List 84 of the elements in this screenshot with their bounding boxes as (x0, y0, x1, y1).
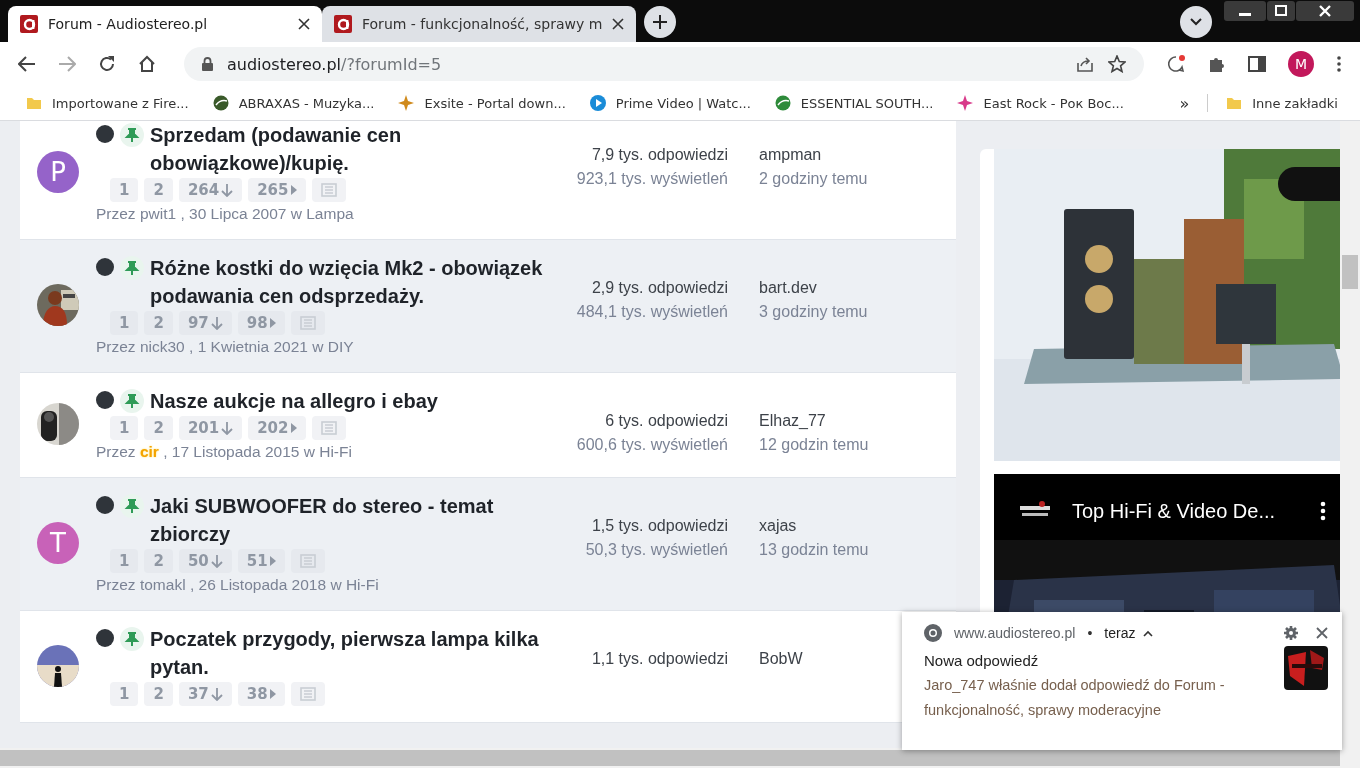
profile-avatar[interactable]: M (1288, 51, 1314, 77)
user-avatar[interactable]: P (37, 151, 79, 193)
view-count: 50,3 tys. wyświetleń (584, 540, 728, 560)
star-icon[interactable] (1108, 55, 1126, 73)
bookmark[interactable]: East Rock - Рок Вос... (949, 91, 1132, 115)
more-vertical-icon[interactable] (1336, 55, 1342, 73)
bookmark[interactable]: ESSENTIAL SOUTH... (766, 91, 942, 115)
reply-count: 7,9 tys. odpowiedzi (590, 145, 728, 165)
document-icon (299, 687, 316, 701)
scrollbar[interactable] (1340, 121, 1360, 748)
side-panel-icon[interactable] (1248, 55, 1266, 73)
bookmark-folder[interactable]: Inne zakładki (1218, 91, 1346, 115)
plus-icon (653, 15, 667, 29)
arrow-down-icon (210, 316, 223, 330)
home-icon[interactable] (138, 55, 156, 73)
bookmark[interactable]: Importowane z Fire... (18, 91, 197, 115)
favicon-icon (334, 15, 352, 33)
document-icon (320, 183, 337, 197)
reply-count: 1,1 tys. odpowiedzi (590, 649, 728, 669)
last-post-time: 3 godziny temu (759, 302, 869, 322)
reply-count: 1,5 tys. odpowiedzi (590, 516, 728, 536)
last-poster-link[interactable]: bart.dev (759, 276, 926, 300)
topic-byline: Przez tomakl , 26 Listopada 2018 w Hi-Fi (96, 576, 380, 594)
browser-tab[interactable]: Forum - Audiostereo.pl (8, 6, 322, 42)
scrollbar[interactable] (0, 748, 1360, 768)
topic-byline: Przez cir , 17 Listopada 2015 w Hi-Fi (96, 443, 353, 461)
maximize-icon[interactable] (1267, 1, 1295, 21)
last-poster-link[interactable]: ampman (759, 143, 926, 167)
last-poster-link[interactable]: Elhaz_77 (759, 409, 926, 433)
last-poster-link[interactable]: xajas (759, 514, 926, 538)
back-icon[interactable] (18, 56, 36, 72)
document-icon (320, 421, 337, 435)
reload-icon[interactable] (98, 55, 116, 73)
lock-icon (202, 57, 213, 71)
scrollbar-thumb[interactable] (0, 750, 1340, 766)
view-count: 484,1 tys. wyświetleń (575, 302, 728, 322)
topic-title[interactable]: Jaki SUBWOOFER do stereo - temat zbiorczy (150, 492, 568, 548)
reply-count: 2,9 tys. odpowiedzi (590, 278, 728, 298)
bookmark[interactable]: ABRAXAS - Muzyka... (204, 91, 383, 115)
arrow-down-icon (221, 183, 234, 197)
view-count: 600,6 tys. wyświetleń (575, 435, 728, 455)
url-text: audiostereo.pl/?forumId=5 (227, 54, 442, 74)
topic-title[interactable]: Poczatek przygody, pierwsza lampa kilka pytan. (150, 625, 568, 681)
more-vertical-icon[interactable] (1320, 501, 1326, 521)
caret-right-icon (269, 556, 276, 566)
caret-right-icon (290, 423, 297, 433)
new-tab-button[interactable] (644, 6, 676, 38)
favicon-icon (20, 15, 38, 33)
caret-right-icon (290, 185, 297, 195)
caret-right-icon (269, 689, 276, 699)
arrow-down-icon (210, 554, 223, 568)
bookmark[interactable]: Prime Video | Watc... (581, 91, 759, 115)
document-icon (299, 316, 316, 330)
caret-right-icon (269, 318, 276, 328)
puzzle-icon[interactable] (1208, 55, 1226, 73)
last-post-time: 2 godziny temu (759, 169, 869, 189)
close-icon[interactable] (1296, 1, 1354, 21)
topic-title[interactable]: Sprzedam (podawanie cen obowiązkowe)/kupię. (150, 121, 568, 177)
share-icon[interactable] (1076, 55, 1094, 73)
topic-byline: Przez pwit1 , 30 Lipca 2007 w Lampa (96, 205, 355, 223)
reply-count: 6 tys. odpowiedzi (604, 411, 728, 431)
minimize-icon[interactable] (1224, 1, 1266, 21)
close-icon[interactable] (298, 18, 310, 30)
topic-title[interactable]: Nasze aukcje na allegro i ebay (150, 387, 568, 415)
more-bookmarks-button[interactable]: » (1171, 93, 1198, 113)
video-title[interactable]: Top Hi-Fi & Video De... (1072, 499, 1308, 523)
document-icon (299, 554, 316, 568)
address-bar[interactable]: audiostereo.pl/?forumId=5 (184, 47, 1144, 81)
view-count: 923,1 tys. wyświetleń (575, 169, 728, 189)
last-post-time: 13 godzin temu (759, 540, 870, 560)
arrow-down-icon (210, 687, 223, 701)
topic-title[interactable]: Różne kostki do wzięcia Mk2 - obowiązek podawania cen odsprzedaży. (150, 254, 568, 310)
bookmark[interactable]: Exsite - Portal down... (390, 91, 574, 115)
topic-byline: Przez nick30 , 1 Kwietnia 2021 w DIY (96, 338, 355, 356)
tab-search-button[interactable] (1180, 6, 1212, 38)
user-avatar[interactable]: T (37, 522, 79, 564)
arrow-down-icon (221, 421, 234, 435)
chevron-down-icon (1190, 18, 1202, 26)
chat-icon[interactable] (1166, 54, 1186, 74)
last-post-time: 12 godzin temu (759, 435, 870, 455)
scrollbar-thumb[interactable] (1342, 255, 1358, 289)
close-icon[interactable] (612, 18, 624, 30)
browser-tab[interactable]: Forum - funkcjonalność, sprawy m (322, 6, 636, 42)
browser-logo-icon (924, 624, 942, 642)
